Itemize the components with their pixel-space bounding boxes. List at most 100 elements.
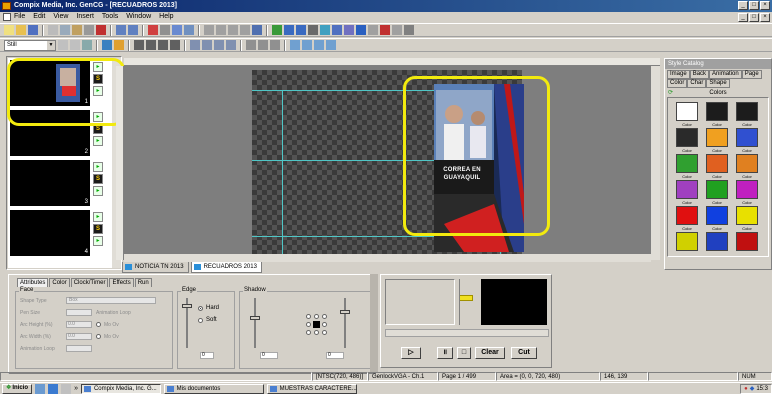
shape-tool-icon[interactable] xyxy=(70,40,80,50)
arc-width-field[interactable]: 0.0 xyxy=(66,333,92,340)
doc-close-button[interactable]: × xyxy=(760,13,770,22)
image-tool-icon[interactable] xyxy=(102,40,112,50)
settings-icon[interactable] xyxy=(404,25,414,35)
play-icon[interactable]: ▸ xyxy=(93,236,103,246)
shadow-dir-n[interactable] xyxy=(314,314,319,319)
play-icon[interactable]: ▸ xyxy=(93,186,103,196)
new-icon[interactable] xyxy=(4,25,14,35)
valign-icon[interactable] xyxy=(190,40,200,50)
menu-help[interactable]: Help xyxy=(159,12,173,22)
layout-icon[interactable] xyxy=(172,25,182,35)
thumbnail-page-4[interactable]: 4 xyxy=(10,210,90,256)
color-swatch[interactable]: Color xyxy=(736,128,758,153)
play-icon[interactable]: ▸ xyxy=(93,162,103,172)
shadow-dir-sw[interactable] xyxy=(306,330,311,335)
shadow-value-field[interactable]: 0 xyxy=(260,352,278,359)
next-page-icon[interactable] xyxy=(228,25,238,35)
cut-icon[interactable] xyxy=(48,25,58,35)
taskbar-item-gencg[interactable]: Compix Media, Inc. G... xyxy=(80,383,161,394)
color-swatch[interactable]: Color xyxy=(706,128,728,153)
paste-icon[interactable] xyxy=(72,25,82,35)
color-swatch[interactable]: Color xyxy=(706,180,728,205)
play-icon[interactable] xyxy=(356,25,366,35)
record-icon[interactable] xyxy=(148,25,158,35)
fit-icon[interactable] xyxy=(252,25,262,35)
monitor-icon[interactable] xyxy=(284,25,294,35)
edge-hard-radio[interactable] xyxy=(198,306,203,311)
order-icon[interactable] xyxy=(270,40,280,50)
last-page-icon[interactable] xyxy=(240,25,250,35)
color-swatch[interactable] xyxy=(736,232,758,251)
menu-tools[interactable]: Tools xyxy=(102,12,118,22)
pause-icon[interactable] xyxy=(392,25,402,35)
spacing-icon[interactable] xyxy=(202,40,212,50)
color-swatch[interactable]: Color xyxy=(676,128,698,153)
tab-run[interactable]: Run xyxy=(134,278,152,287)
tab-animation[interactable]: Animation xyxy=(709,70,742,79)
shadow-dir-nw[interactable] xyxy=(306,314,311,319)
stop-button[interactable]: □ xyxy=(457,347,471,359)
tab-clock-timer[interactable]: Clock/Timer xyxy=(70,278,109,287)
color-swatch[interactable]: Color xyxy=(676,206,698,231)
refresh-icon[interactable]: ⟳ xyxy=(668,89,673,97)
play-button[interactable]: ▷ xyxy=(401,347,421,359)
play-icon[interactable]: ▸ xyxy=(93,212,103,222)
kerning-icon[interactable] xyxy=(214,40,224,50)
panel-gripper[interactable] xyxy=(370,274,378,372)
tab-shape[interactable]: Shape xyxy=(706,79,730,88)
canvas-horizontal-scrollbar[interactable] xyxy=(124,254,651,262)
start-button[interactable]: ❖ Inicio xyxy=(2,383,33,394)
color-swatch[interactable]: Color xyxy=(736,180,758,205)
output-icon[interactable] xyxy=(296,25,306,35)
taskbar-item-muestras[interactable]: MUESTRAS CARACTERE... xyxy=(266,383,357,394)
record-live-icon[interactable] xyxy=(380,25,390,35)
zoom-100-icon[interactable] xyxy=(326,40,336,50)
preview-scrollbar[interactable] xyxy=(385,329,549,337)
align-right-icon[interactable] xyxy=(158,40,168,50)
edge-soft-radio[interactable] xyxy=(198,318,203,323)
quicklaunch-overflow-icon[interactable]: » xyxy=(74,385,78,392)
doc-maximize-button[interactable]: □ xyxy=(749,13,759,22)
color-swatch[interactable]: Color xyxy=(676,154,698,179)
menu-view[interactable]: View xyxy=(53,12,68,22)
clear-button[interactable]: Clear xyxy=(475,347,505,359)
group-icon[interactable] xyxy=(246,40,256,50)
effects-icon[interactable] xyxy=(320,25,330,35)
tab-attributes[interactable]: Attributes xyxy=(17,278,49,287)
delete-icon[interactable] xyxy=(96,25,106,35)
menu-window[interactable]: Window xyxy=(126,12,151,22)
zoom-fit-icon[interactable] xyxy=(314,40,324,50)
arc-height-field[interactable]: 0.0 xyxy=(66,321,92,328)
shadow-dir-ne[interactable] xyxy=(322,314,327,319)
print-icon[interactable] xyxy=(84,25,94,35)
color-swatch[interactable] xyxy=(676,232,698,251)
first-page-icon[interactable] xyxy=(204,25,214,35)
ungroup-icon[interactable] xyxy=(258,40,268,50)
tab-effects[interactable]: Effects xyxy=(109,278,134,287)
cut-button[interactable]: Cut xyxy=(511,347,537,359)
tray-network-icon[interactable]: ◆ xyxy=(750,385,755,393)
doc-minimize-button[interactable]: _ xyxy=(738,13,748,22)
thumbnail-page-3[interactable]: 3 xyxy=(10,160,90,206)
line-tool-icon[interactable] xyxy=(82,40,92,50)
tab-noticia-tn-2013[interactable]: NOTICIA TN 2013 xyxy=(122,262,189,273)
quicklaunch-desktop-icon[interactable] xyxy=(35,383,46,394)
align-center-icon[interactable] xyxy=(146,40,156,50)
quicklaunch-browser-icon[interactable] xyxy=(48,383,59,394)
menu-edit[interactable]: Edit xyxy=(33,12,45,22)
shadow-distance-field[interactable]: 0 xyxy=(326,352,344,359)
color-swatch[interactable]: Color xyxy=(736,206,758,231)
mo-ov-checkbox[interactable] xyxy=(96,322,101,327)
prev-page-icon[interactable] xyxy=(216,25,226,35)
grid-icon[interactable] xyxy=(184,25,194,35)
copy-icon[interactable] xyxy=(60,25,70,35)
menu-file[interactable]: File xyxy=(14,12,25,22)
stop-icon[interactable] xyxy=(368,25,378,35)
tab-color[interactable]: Color xyxy=(49,278,70,287)
sequence-icon[interactable] xyxy=(344,25,354,35)
layers-icon[interactable] xyxy=(332,25,342,35)
tray-shield-icon[interactable]: ● xyxy=(744,385,748,393)
redo-icon[interactable] xyxy=(128,25,138,35)
color-swatch[interactable]: Color xyxy=(736,154,758,179)
shadow-dir-s[interactable] xyxy=(314,330,319,335)
